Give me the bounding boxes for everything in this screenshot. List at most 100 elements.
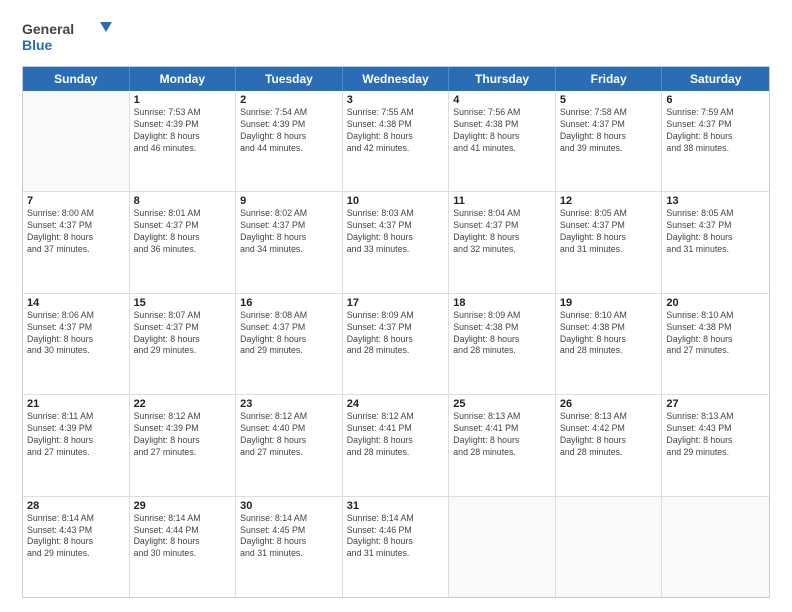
sunset-text: Sunset: 4:37 PM (347, 322, 445, 334)
sunset-text: Sunset: 4:44 PM (134, 525, 232, 537)
cell-date-number: 19 (560, 297, 658, 309)
sunrise-text: Sunrise: 8:14 AM (347, 513, 445, 525)
cell-date-number: 25 (453, 398, 551, 410)
sunrise-text: Sunrise: 8:13 AM (453, 411, 551, 423)
daylight-line1: Daylight: 8 hours (347, 232, 445, 244)
daylight-line2: and 28 minutes. (347, 447, 445, 459)
cell-info: Sunrise: 8:11 AMSunset: 4:39 PMDaylight:… (27, 411, 125, 459)
day-cell-21: 21Sunrise: 8:11 AMSunset: 4:39 PMDayligh… (23, 395, 130, 495)
sunrise-text: Sunrise: 8:12 AM (240, 411, 338, 423)
daylight-line2: and 27 minutes. (134, 447, 232, 459)
cell-info: Sunrise: 8:06 AMSunset: 4:37 PMDaylight:… (27, 310, 125, 358)
header-day-friday: Friday (556, 67, 663, 91)
day-cell-18: 18Sunrise: 8:09 AMSunset: 4:38 PMDayligh… (449, 294, 556, 394)
cell-info: Sunrise: 8:10 AMSunset: 4:38 PMDaylight:… (666, 310, 765, 358)
daylight-line1: Daylight: 8 hours (27, 334, 125, 346)
sunrise-text: Sunrise: 7:58 AM (560, 107, 658, 119)
page: General Blue SundayMondayTuesdayWednesda… (0, 0, 792, 612)
day-cell-19: 19Sunrise: 8:10 AMSunset: 4:38 PMDayligh… (556, 294, 663, 394)
sunrise-text: Sunrise: 8:06 AM (27, 310, 125, 322)
day-cell-24: 24Sunrise: 8:12 AMSunset: 4:41 PMDayligh… (343, 395, 450, 495)
cell-date-number: 11 (453, 195, 551, 207)
sunset-text: Sunset: 4:38 PM (453, 119, 551, 131)
sunrise-text: Sunrise: 8:12 AM (347, 411, 445, 423)
cell-date-number: 15 (134, 297, 232, 309)
cell-info: Sunrise: 8:13 AMSunset: 4:43 PMDaylight:… (666, 411, 765, 459)
daylight-line1: Daylight: 8 hours (240, 334, 338, 346)
daylight-line2: and 28 minutes. (560, 345, 658, 357)
sunrise-text: Sunrise: 8:05 AM (666, 208, 765, 220)
cell-info: Sunrise: 8:00 AMSunset: 4:37 PMDaylight:… (27, 208, 125, 256)
day-cell-4: 4Sunrise: 7:56 AMSunset: 4:38 PMDaylight… (449, 91, 556, 191)
day-cell-7: 7Sunrise: 8:00 AMSunset: 4:37 PMDaylight… (23, 192, 130, 292)
day-cell-15: 15Sunrise: 8:07 AMSunset: 4:37 PMDayligh… (130, 294, 237, 394)
cell-info: Sunrise: 8:05 AMSunset: 4:37 PMDaylight:… (666, 208, 765, 256)
cell-date-number: 5 (560, 94, 658, 106)
cell-info: Sunrise: 8:12 AMSunset: 4:41 PMDaylight:… (347, 411, 445, 459)
daylight-line1: Daylight: 8 hours (240, 435, 338, 447)
daylight-line2: and 27 minutes. (240, 447, 338, 459)
sunrise-text: Sunrise: 8:12 AM (134, 411, 232, 423)
daylight-line2: and 39 minutes. (560, 143, 658, 155)
daylight-line1: Daylight: 8 hours (666, 435, 765, 447)
day-cell-10: 10Sunrise: 8:03 AMSunset: 4:37 PMDayligh… (343, 192, 450, 292)
svg-text:General: General (22, 21, 74, 37)
sunset-text: Sunset: 4:37 PM (134, 220, 232, 232)
daylight-line1: Daylight: 8 hours (240, 536, 338, 548)
day-cell-6: 6Sunrise: 7:59 AMSunset: 4:37 PMDaylight… (662, 91, 769, 191)
daylight-line2: and 28 minutes. (347, 345, 445, 357)
daylight-line2: and 46 minutes. (134, 143, 232, 155)
sunset-text: Sunset: 4:38 PM (347, 119, 445, 131)
header: General Blue (22, 18, 770, 56)
week-row-5: 28Sunrise: 8:14 AMSunset: 4:43 PMDayligh… (23, 497, 769, 597)
sunrise-text: Sunrise: 8:10 AM (666, 310, 765, 322)
sunset-text: Sunset: 4:38 PM (453, 322, 551, 334)
sunrise-text: Sunrise: 8:07 AM (134, 310, 232, 322)
daylight-line2: and 29 minutes. (666, 447, 765, 459)
cell-date-number: 12 (560, 195, 658, 207)
sunrise-text: Sunrise: 8:14 AM (240, 513, 338, 525)
sunset-text: Sunset: 4:37 PM (666, 220, 765, 232)
sunset-text: Sunset: 4:38 PM (560, 322, 658, 334)
empty-cell (449, 497, 556, 597)
daylight-line1: Daylight: 8 hours (560, 334, 658, 346)
daylight-line2: and 36 minutes. (134, 244, 232, 256)
week-row-3: 14Sunrise: 8:06 AMSunset: 4:37 PMDayligh… (23, 294, 769, 395)
daylight-line2: and 38 minutes. (666, 143, 765, 155)
header-day-wednesday: Wednesday (343, 67, 450, 91)
cell-info: Sunrise: 8:10 AMSunset: 4:38 PMDaylight:… (560, 310, 658, 358)
day-cell-17: 17Sunrise: 8:09 AMSunset: 4:37 PMDayligh… (343, 294, 450, 394)
day-cell-28: 28Sunrise: 8:14 AMSunset: 4:43 PMDayligh… (23, 497, 130, 597)
daylight-line2: and 33 minutes. (347, 244, 445, 256)
empty-cell (23, 91, 130, 191)
sunset-text: Sunset: 4:39 PM (134, 423, 232, 435)
day-cell-27: 27Sunrise: 8:13 AMSunset: 4:43 PMDayligh… (662, 395, 769, 495)
cell-date-number: 7 (27, 195, 125, 207)
day-cell-31: 31Sunrise: 8:14 AMSunset: 4:46 PMDayligh… (343, 497, 450, 597)
daylight-line1: Daylight: 8 hours (560, 435, 658, 447)
day-cell-30: 30Sunrise: 8:14 AMSunset: 4:45 PMDayligh… (236, 497, 343, 597)
sunset-text: Sunset: 4:43 PM (666, 423, 765, 435)
svg-text:Blue: Blue (22, 37, 53, 53)
sunrise-text: Sunrise: 8:14 AM (27, 513, 125, 525)
daylight-line1: Daylight: 8 hours (453, 334, 551, 346)
daylight-line1: Daylight: 8 hours (134, 435, 232, 447)
cell-info: Sunrise: 8:12 AMSunset: 4:40 PMDaylight:… (240, 411, 338, 459)
sunset-text: Sunset: 4:41 PM (453, 423, 551, 435)
daylight-line1: Daylight: 8 hours (347, 131, 445, 143)
cell-info: Sunrise: 8:14 AMSunset: 4:46 PMDaylight:… (347, 513, 445, 561)
day-cell-22: 22Sunrise: 8:12 AMSunset: 4:39 PMDayligh… (130, 395, 237, 495)
daylight-line1: Daylight: 8 hours (453, 131, 551, 143)
sunset-text: Sunset: 4:42 PM (560, 423, 658, 435)
sunrise-text: Sunrise: 8:10 AM (560, 310, 658, 322)
daylight-line2: and 27 minutes. (666, 345, 765, 357)
header-day-tuesday: Tuesday (236, 67, 343, 91)
cell-info: Sunrise: 7:54 AMSunset: 4:39 PMDaylight:… (240, 107, 338, 155)
header-day-saturday: Saturday (662, 67, 769, 91)
daylight-line2: and 44 minutes. (240, 143, 338, 155)
empty-cell (662, 497, 769, 597)
week-row-2: 7Sunrise: 8:00 AMSunset: 4:37 PMDaylight… (23, 192, 769, 293)
cell-info: Sunrise: 8:14 AMSunset: 4:45 PMDaylight:… (240, 513, 338, 561)
sunset-text: Sunset: 4:40 PM (240, 423, 338, 435)
daylight-line1: Daylight: 8 hours (27, 435, 125, 447)
